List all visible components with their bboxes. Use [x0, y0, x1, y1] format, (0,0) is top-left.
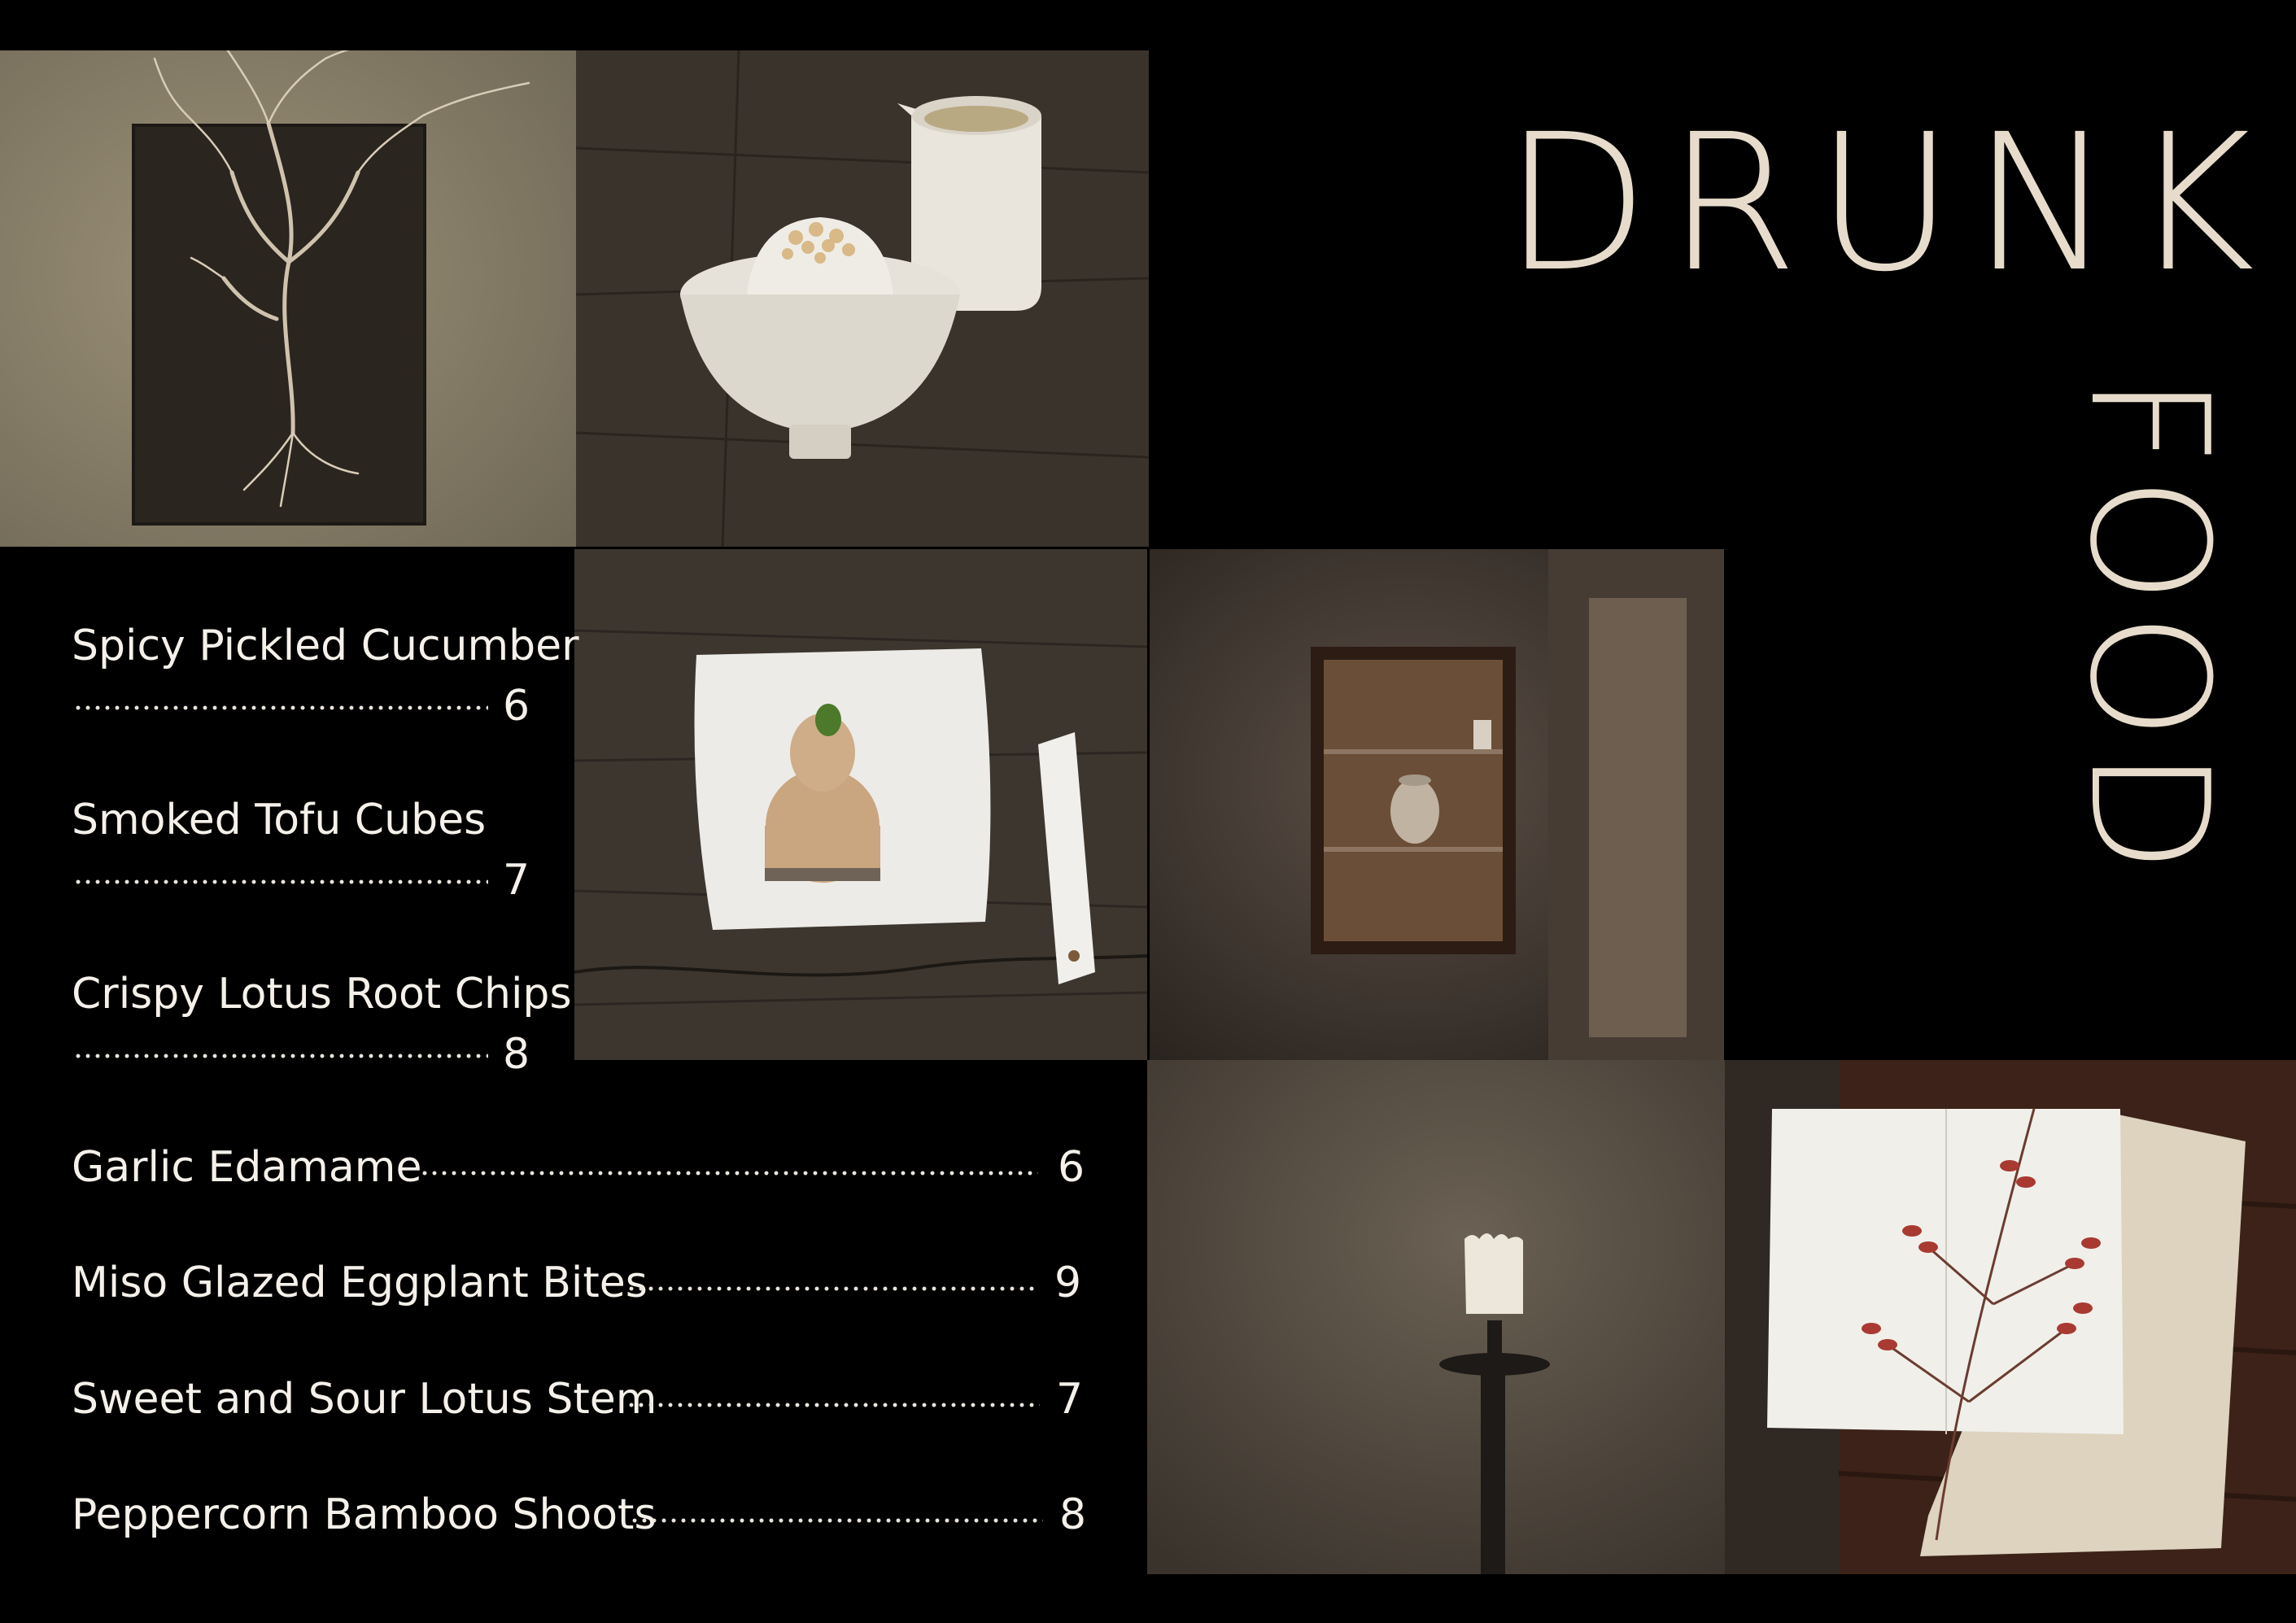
menu-item-price: 9: [1054, 1259, 1082, 1307]
menu-item-price: 8: [1059, 1490, 1087, 1539]
menu-item-leader: [73, 879, 488, 885]
photo-tree-branch: [0, 50, 576, 547]
title-drunk: DRUNK: [1504, 94, 2273, 313]
menu-item-name: Crispy Lotus Root Chips: [72, 970, 572, 1019]
rice-bowl-image: [576, 50, 1149, 547]
menu-item-price: 8: [503, 1030, 530, 1079]
wall-niche-image: [1150, 549, 1724, 1060]
photo-candle: [1147, 1060, 1725, 1574]
dessert-plate-image: [574, 549, 1147, 1060]
menu-item-leader: [626, 1402, 1040, 1408]
menu-item-price: 6: [1058, 1143, 1085, 1192]
menu-item-leader: [420, 1170, 1038, 1176]
menu-item-leader: [73, 1053, 488, 1059]
photo-dessert-plate: [574, 549, 1147, 1060]
menu-item-leader: [73, 705, 488, 711]
menu-booklet-image: [1725, 1060, 2296, 1574]
menu-item-name: Peppercorn Bamboo Shoots: [72, 1490, 657, 1539]
menu-item-name: Sweet and Sour Lotus Stem: [72, 1375, 657, 1424]
photo-menu-booklet: [1725, 1060, 2296, 1574]
menu-item-leader: [626, 1285, 1038, 1292]
menu-item-price: 6: [503, 682, 530, 731]
menu-item-name: Miso Glazed Eggplant Bites: [72, 1259, 648, 1307]
photo-rice-bowl: [576, 50, 1149, 547]
menu-item-name: Garlic Edamame: [72, 1143, 422, 1192]
menu-item-leader: [630, 1517, 1043, 1524]
menu-item-name: Spicy Pickled Cucumber: [72, 622, 579, 670]
tree-branch-image: [0, 50, 576, 547]
menu-item-price: 7: [503, 856, 530, 905]
title-food: FOOD: [2054, 374, 2243, 882]
menu-item-price: 7: [1056, 1375, 1084, 1424]
photo-wall-niche: [1150, 549, 1724, 1060]
candle-image: [1147, 1060, 1725, 1574]
menu-item-name: Smoked Tofu Cubes: [72, 796, 487, 844]
